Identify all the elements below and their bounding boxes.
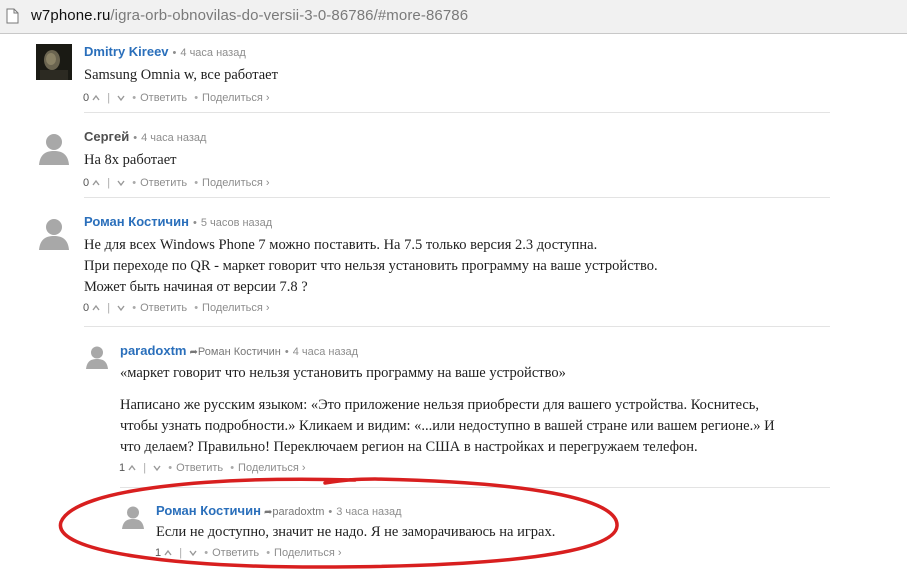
author-link[interactable]: Dmitry Kireev <box>84 44 169 59</box>
reply-to-link[interactable]: paradoxtm <box>272 506 324 518</box>
vote-count: 0 <box>83 302 90 314</box>
avatar[interactable] <box>36 129 72 165</box>
reply-arrow-icon: ➦ <box>189 347 198 358</box>
comment-text: На 8x работает <box>84 152 177 168</box>
chevron-down-icon[interactable] <box>117 304 125 312</box>
user-photo-icon <box>36 44 72 80</box>
share-button[interactable]: Поделиться › <box>274 547 341 559</box>
reply-button[interactable]: Ответить <box>176 462 223 474</box>
share-button[interactable]: Поделиться › <box>202 177 269 189</box>
comment-meta: Сергей • 4 часа назад <box>84 129 207 144</box>
url-path: /igra-orb-obnovilas-do-versii-3-0-86786/… <box>110 7 469 24</box>
avatar[interactable] <box>36 44 72 80</box>
author-link[interactable]: paradoxtm <box>120 343 186 358</box>
chevron-down-icon[interactable] <box>117 94 125 102</box>
comment-text-line: Может быть начиная от версии 7.8 ? <box>84 279 308 295</box>
comment-text-spacer <box>120 384 775 395</box>
timestamp[interactable]: 5 часов назад <box>201 217 272 229</box>
user-silhouette-icon <box>36 129 72 165</box>
comment-meta: Роман Костичин • 5 часов назад <box>84 214 273 229</box>
comment-actions: 1 | • Ответить • Поделиться › <box>155 547 342 559</box>
avatar[interactable] <box>84 343 110 369</box>
user-silhouette-icon <box>84 343 110 369</box>
chevron-down-icon[interactable] <box>117 179 125 187</box>
author-name: Сергей <box>84 129 130 144</box>
user-silhouette-icon <box>36 214 72 250</box>
vote-count: 0 <box>83 92 90 104</box>
comment-actions: 1 | • Ответить • Поделиться › <box>119 462 306 474</box>
vote-count: 0 <box>83 177 90 189</box>
address-bar[interactable]: w7phone.ru/igra-orb-obnovilas-do-versii-… <box>0 0 907 34</box>
comment-text-line: Написано же русским языком: «Это приложе… <box>120 397 760 413</box>
timestamp[interactable]: 3 часа назад <box>336 506 401 518</box>
share-button[interactable]: Поделиться › <box>238 462 305 474</box>
avatar[interactable] <box>36 214 72 250</box>
comment-text: Если не доступно, значит не надо. Я не з… <box>156 524 556 540</box>
vote-count: 1 <box>119 462 126 474</box>
url-host: w7phone.ru <box>31 7 111 24</box>
reply-button[interactable]: Ответить <box>140 302 187 314</box>
comment-text-line: «маркет говорит что нельзя установить пр… <box>120 365 566 381</box>
chevron-up-icon[interactable] <box>164 549 172 557</box>
share-button[interactable]: Поделиться › <box>202 302 269 314</box>
avatar[interactable] <box>120 503 146 529</box>
comment-text-line: чтобы узнать подробности.» Кликаем и вид… <box>120 418 775 434</box>
chevron-down-icon[interactable] <box>189 549 197 557</box>
user-silhouette-icon <box>120 503 146 529</box>
comment-actions: 0 | • Ответить • Поделиться › <box>83 302 270 314</box>
timestamp[interactable]: 4 часа назад <box>293 346 358 358</box>
reply-button[interactable]: Ответить <box>140 92 187 104</box>
comment-actions: 0 | • Ответить • Поделиться › <box>83 177 270 189</box>
author-link[interactable]: Роман Костичин <box>84 214 189 229</box>
comment-meta: Dmitry Kireev • 4 часа назад <box>84 44 246 59</box>
timestamp[interactable]: 4 часа назад <box>141 132 206 144</box>
chevron-up-icon[interactable] <box>92 94 100 102</box>
comment-text: Samsung Omnia w, все работает <box>84 67 278 83</box>
comment-meta: Роман Костичин ➦paradoxtm • 3 часа назад <box>156 503 402 518</box>
reply-to-link[interactable]: Роман Костичин <box>198 346 281 358</box>
timestamp[interactable]: 4 часа назад <box>180 47 245 59</box>
page-icon <box>6 8 19 24</box>
divider <box>84 326 830 327</box>
url-text[interactable]: w7phone.ru/igra-orb-obnovilas-do-versii-… <box>31 7 468 24</box>
author-link[interactable]: Роман Костичин <box>156 503 261 518</box>
vote-count: 1 <box>155 547 162 559</box>
chevron-up-icon[interactable] <box>92 179 100 187</box>
divider <box>120 487 830 488</box>
comment-meta: paradoxtm ➦Роман Костичин • 4 часа назад <box>120 343 359 358</box>
divider <box>84 112 830 113</box>
comment-text-line: Не для всех Windows Phone 7 можно постав… <box>84 237 598 253</box>
chevron-down-icon[interactable] <box>153 464 161 472</box>
share-button[interactable]: Поделиться › <box>202 92 269 104</box>
divider <box>84 197 830 198</box>
chevron-up-icon[interactable] <box>92 304 100 312</box>
chevron-up-icon[interactable] <box>128 464 136 472</box>
comment-text-line: При переходе по QR - маркет говорит что … <box>84 258 658 274</box>
comment-text-line: что делаем? Правильно! Переключаем регио… <box>120 439 698 455</box>
reply-button[interactable]: Ответить <box>212 547 259 559</box>
reply-button[interactable]: Ответить <box>140 177 187 189</box>
comment-actions: 0 | • Ответить • Поделиться › <box>83 92 270 104</box>
